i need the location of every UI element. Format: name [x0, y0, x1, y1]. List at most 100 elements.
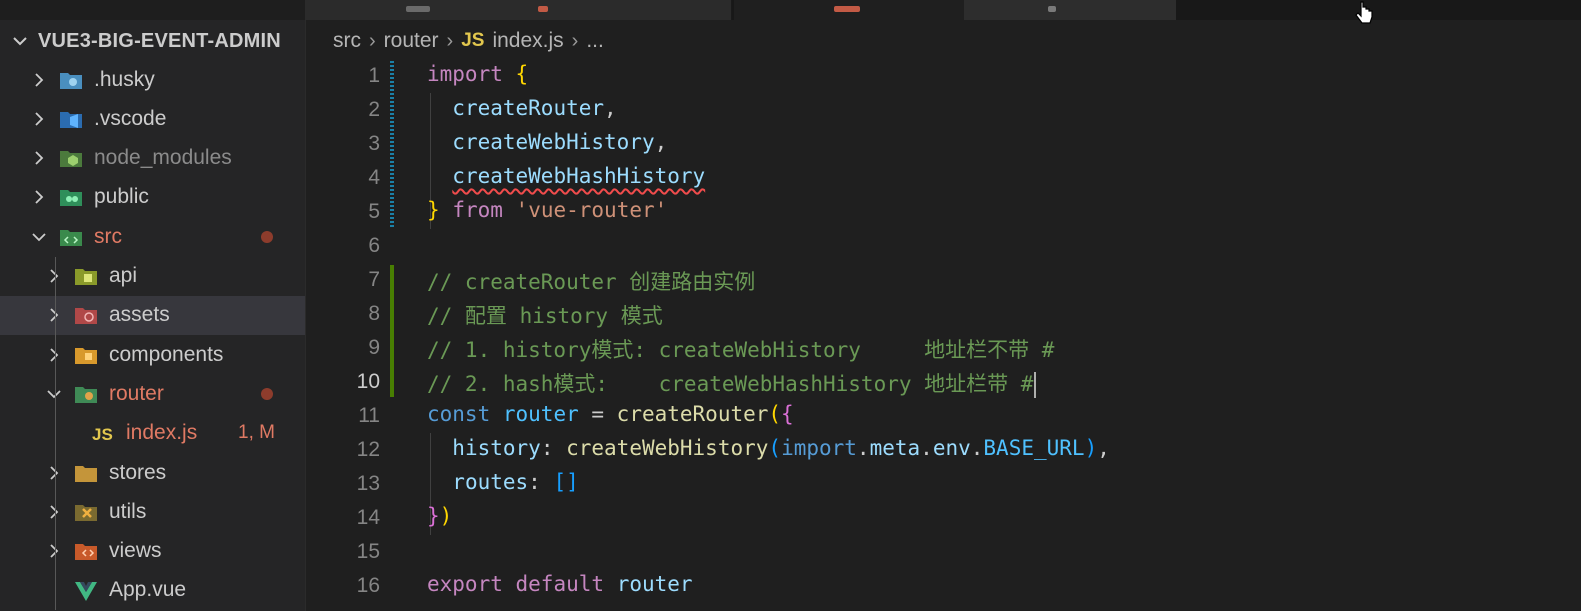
chevron-down-icon[interactable]	[45, 385, 63, 403]
line-number: 13	[356, 472, 380, 495]
tree-item-router[interactable]: router	[0, 374, 305, 413]
code-line[interactable]: 11 const router = createRouter({	[306, 399, 1581, 433]
tree-item-label: utils	[109, 499, 147, 523]
code-line[interactable]: 1 import {	[306, 59, 1581, 93]
tree-item-label: stores	[109, 460, 167, 484]
code-line[interactable]: 2 createRouter,	[306, 93, 1581, 127]
code-editor[interactable]: 1 import {2 createRouter, 3 createWebHisto…	[306, 59, 1581, 611]
chevron-right-icon[interactable]	[30, 149, 48, 167]
code-line[interactable]: 7 // createRouter 创建路由实例	[306, 263, 1581, 297]
editor-tab-2[interactable]	[488, 0, 732, 20]
tree-item-label: .husky	[94, 67, 155, 91]
code-line[interactable]: 8 // 配置 history 模式	[306, 297, 1581, 331]
tree-item-public[interactable]: public	[0, 178, 305, 217]
code-line[interactable]: 3 createWebHistory,	[306, 127, 1581, 161]
api-folder-icon	[75, 269, 97, 285]
vscode-folder-icon	[60, 111, 82, 128]
tree-item-stores[interactable]: stores	[0, 453, 305, 492]
tree-item-label: .vscode	[94, 106, 167, 130]
tree-item-utils[interactable]: utils	[0, 492, 305, 531]
code-token: }	[427, 198, 440, 222]
code-text: createWebHistory,	[427, 130, 667, 154]
tree-item-assets[interactable]: assets	[0, 295, 305, 335]
code-line[interactable]: 12 history: createWebHistory(import.meta…	[306, 433, 1581, 467]
code-line[interactable]: 5} from 'vue-router'	[306, 195, 1581, 229]
code-token: export	[427, 572, 503, 596]
editor-tab-1[interactable]	[306, 0, 489, 20]
tree-item-husky[interactable]: .husky	[0, 60, 305, 99]
tree-item-label: public	[94, 185, 149, 209]
line-number: 6	[368, 234, 380, 257]
code-token: // 配置 history 模式	[427, 304, 663, 328]
code-text: routes: []	[427, 470, 579, 494]
tree-item-vscode[interactable]: .vscode	[0, 99, 305, 138]
breadcrumb-ellipsis[interactable]: ...	[586, 29, 604, 53]
tree-item-index-js[interactable]: JS index.js 1, M	[0, 414, 305, 453]
chevron-right-icon[interactable]	[45, 542, 63, 560]
tree-item-node-modules[interactable]: node_modules	[0, 139, 305, 178]
code-line[interactable]: 13 routes: []	[306, 467, 1581, 501]
code-token: (	[768, 402, 782, 426]
editor-tab-4[interactable]	[964, 0, 1176, 20]
utils-folder-icon	[75, 504, 97, 521]
code-token: )	[439, 504, 453, 528]
code-line[interactable]: 4 createWebHashHistory	[306, 161, 1581, 195]
mouse-cursor-icon	[1355, 1, 1373, 24]
code-token: :	[528, 470, 554, 494]
chevron-right-icon[interactable]	[45, 267, 63, 285]
chevron-right-icon[interactable]	[45, 503, 63, 521]
line-number: 11	[358, 404, 380, 427]
chevron-right-icon[interactable]	[30, 188, 48, 206]
code-line[interactable]: 9 // 1. history模式: createWebHistory 地址栏不带…	[306, 331, 1581, 365]
tree-item-components[interactable]: components	[0, 335, 305, 374]
code-line[interactable]: 16 export default router	[306, 569, 1581, 603]
code-text: history: createWebHistory(import.meta.en…	[427, 436, 1110, 460]
code-token: :	[540, 436, 567, 460]
chevron-right-icon[interactable]	[45, 346, 63, 364]
code-token: // 2. hash模式: createWebHashHistory 地址栏带 …	[427, 372, 1034, 396]
code-line[interactable]: 6	[306, 229, 1581, 263]
modified-dot-icon	[261, 387, 273, 400]
router-folder-icon	[75, 386, 97, 403]
breadcrumb-file[interactable]: index.js	[492, 29, 563, 53]
breadcrumb: src › router › JS index.js › ...	[333, 26, 604, 56]
tree-item-api[interactable]: api	[0, 257, 305, 296]
tree-item-src[interactable]: src	[0, 217, 305, 256]
code-token: 'vue-router'	[515, 198, 668, 222]
code-text: // 2. hash模式: createWebHashHistory 地址栏带 …	[427, 368, 1037, 398]
chevron-right-icon[interactable]	[45, 306, 63, 324]
code-text: } from 'vue-router'	[427, 198, 667, 222]
tree-item-app-vue[interactable]: App.vue	[0, 571, 305, 610]
code-token: []	[553, 470, 579, 494]
tab-fragment	[538, 6, 548, 12]
code-line[interactable]: 14})	[306, 501, 1581, 535]
chevron-right-icon[interactable]	[45, 464, 63, 482]
line-number: 2	[368, 98, 380, 121]
modified-dot-icon	[261, 230, 273, 243]
editor-tab-active[interactable]	[734, 0, 964, 20]
code-token: {	[515, 62, 529, 86]
breadcrumb-router[interactable]: router	[384, 29, 439, 53]
tree-indent-guide	[55, 256, 56, 611]
code-token: createRouter	[452, 96, 605, 120]
chevron-right-icon[interactable]	[30, 71, 48, 89]
error-squiggle-token: createWebHashHistory	[452, 164, 706, 188]
chevron-down-icon[interactable]	[30, 228, 48, 246]
components-folder-icon	[75, 347, 97, 364]
code-line[interactable]: 10 // 2. hash模式: createWebHashHistory 地址栏…	[306, 365, 1581, 399]
code-token: BASE_URL	[983, 436, 1085, 460]
tree-item-views[interactable]: views	[0, 532, 305, 571]
chevron-right-icon[interactable]	[30, 110, 48, 128]
code-token: history	[452, 436, 541, 460]
code-line[interactable]: 15	[306, 535, 1581, 569]
breadcrumb-src[interactable]: src	[333, 29, 361, 53]
explorer-root-folder[interactable]: VUE3-BIG-EVENT-ADMIN	[0, 22, 305, 60]
